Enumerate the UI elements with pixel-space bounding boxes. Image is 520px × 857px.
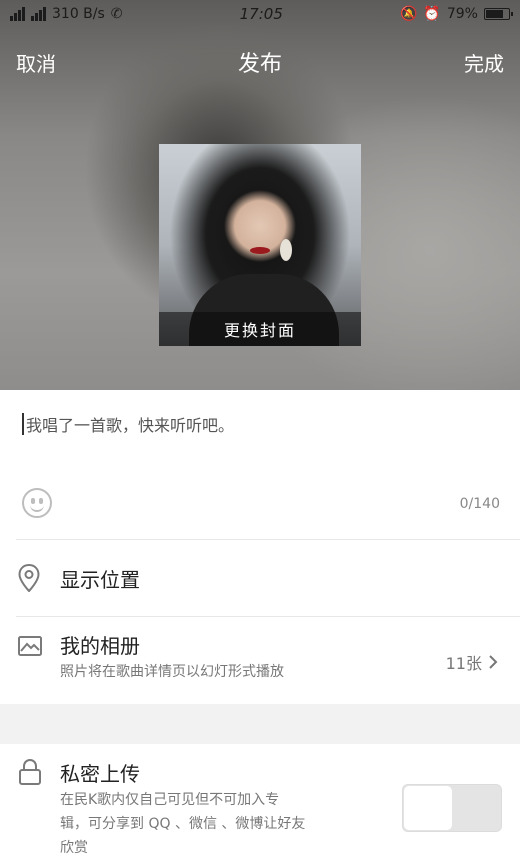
album-count: 11张	[446, 650, 498, 674]
network-speed: 310 B/s	[52, 6, 105, 22]
status-bar: 310 B/s ✆ 17:05 🔕 ⏰ 79%	[0, 0, 520, 28]
status-right: 🔕 ⏰ 79%	[399, 6, 513, 22]
cover-detail	[280, 239, 292, 261]
battery-percent: 79%	[446, 6, 478, 22]
my-album-subtitle: 照片将在歌曲详情页以幻灯形式播放	[60, 664, 284, 680]
location-pin-icon	[18, 564, 40, 592]
char-counter: 0/140	[459, 496, 500, 512]
battery-icon	[483, 8, 513, 20]
show-location-label: 显示位置	[60, 568, 140, 592]
private-upload-row: 私密上传 在民K歌内仅自己可见但不可加入专 辑，可分享到 QQ 、微信 、微博让…	[0, 744, 520, 857]
private-upload-title: 私密上传	[60, 762, 140, 786]
chevron-right-icon	[489, 655, 498, 669]
page-title: 发布	[237, 52, 283, 77]
text-cursor	[22, 413, 24, 435]
emoji-icon[interactable]	[22, 488, 52, 518]
nav-bar: 取消 发布 完成	[0, 42, 520, 82]
album-icon	[18, 636, 42, 656]
cover-detail	[250, 247, 270, 254]
signal-icon	[10, 7, 25, 21]
header-background: 310 B/s ✆ 17:05 🔕 ⏰ 79% 取消 发布 完成 更换封面	[0, 0, 520, 390]
cover-image[interactable]: 更换封面	[159, 144, 361, 346]
change-cover-button[interactable]: 更换封面	[159, 312, 361, 346]
battery-fill	[485, 10, 503, 18]
call-icon: ✆	[110, 6, 123, 22]
caption-input[interactable]: 我唱了一首歌，快来听听吧。	[22, 412, 502, 436]
publish-form: 我唱了一首歌，快来听听吧。 0/140 显示位置 我的相册 照片将在歌曲详情页以…	[0, 390, 520, 857]
status-left: 310 B/s ✆	[10, 6, 123, 22]
section-gap	[0, 704, 520, 744]
private-upload-description: 在民K歌内仅自己可见但不可加入专 辑，可分享到 QQ 、微信 、微博让好友 欣赏	[60, 788, 400, 857]
private-upload-toggle[interactable]	[402, 784, 502, 832]
caption-text: 我唱了一首歌，快来听听吧。	[26, 416, 235, 435]
done-button[interactable]: 完成	[464, 48, 504, 77]
my-album-title: 我的相册	[60, 634, 140, 658]
emoji-mouth	[30, 504, 44, 512]
signal-icon	[31, 7, 46, 21]
private-upload-desc-line: 在民K歌内仅自己可见但不可加入专	[60, 792, 280, 808]
private-upload-desc-line: 辑，可分享到 QQ 、微信 、微博让好友	[60, 816, 306, 832]
alarm-icon: ⏰	[423, 6, 441, 22]
private-upload-desc-line: 欣赏	[60, 840, 88, 856]
cancel-button[interactable]: 取消	[16, 48, 56, 77]
album-count-text: 11张	[445, 654, 482, 673]
toggle-knob	[404, 786, 452, 830]
lock-icon	[19, 759, 41, 785]
status-time: 17:05	[239, 5, 283, 23]
show-location-row[interactable]: 显示位置	[0, 540, 520, 616]
mute-icon: 🔕	[399, 6, 418, 22]
my-album-row[interactable]: 我的相册 照片将在歌曲详情页以幻灯形式播放 11张	[0, 616, 520, 704]
